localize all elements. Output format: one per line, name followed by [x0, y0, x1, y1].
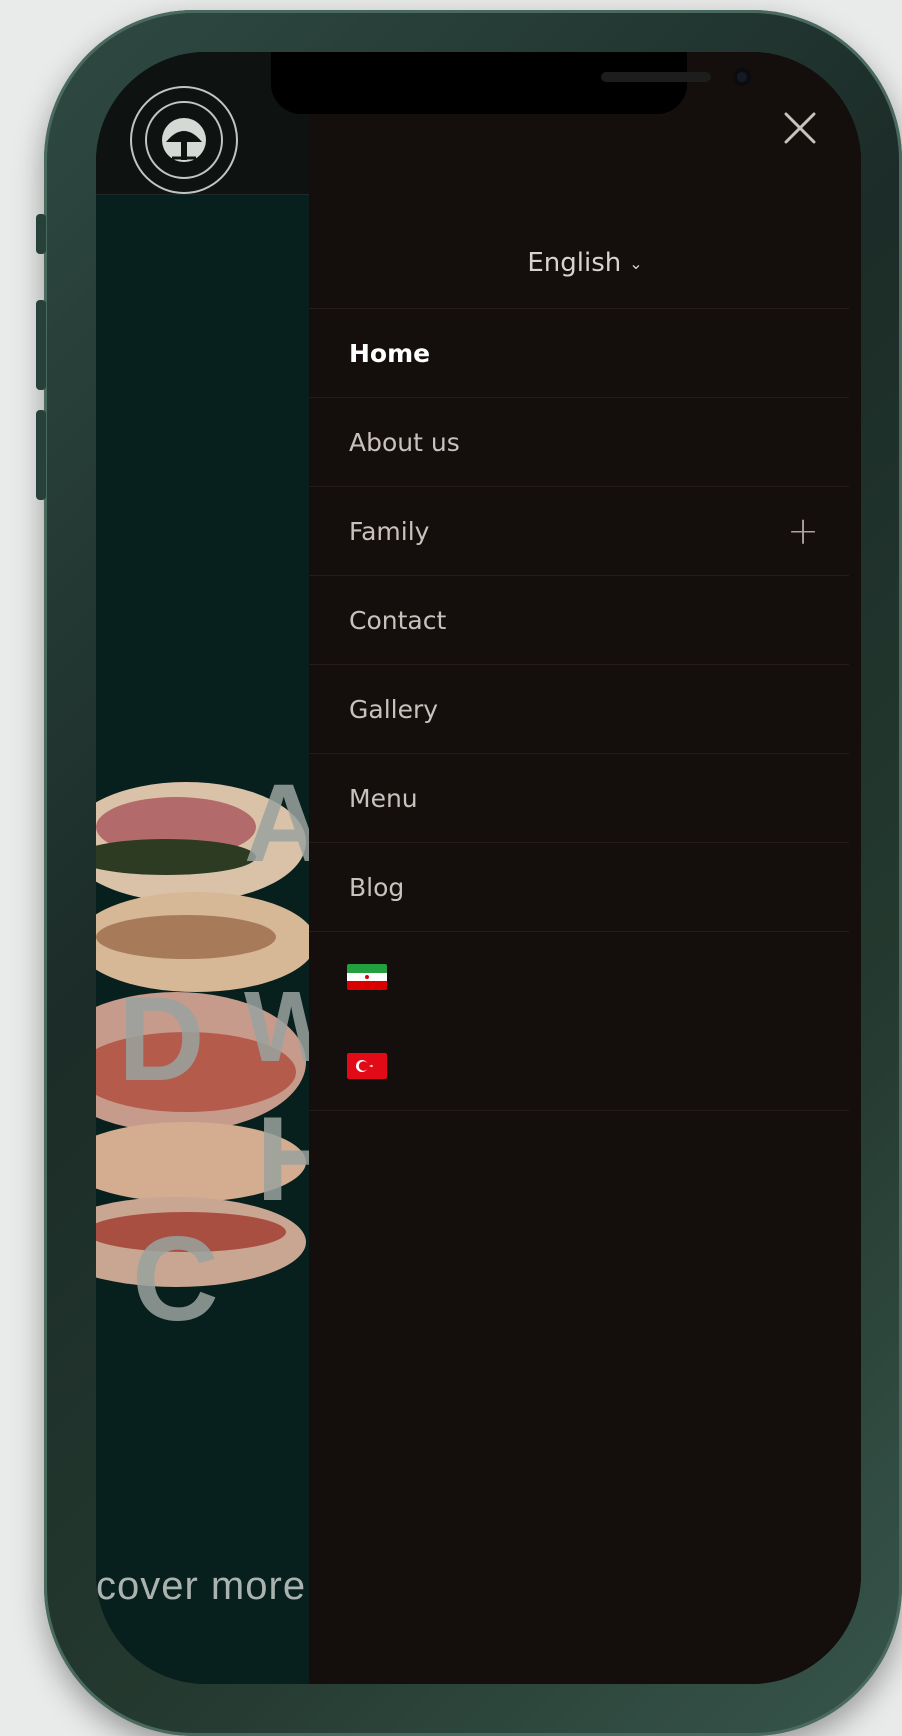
close-icon	[784, 112, 816, 144]
nav-item-label: Blog	[349, 872, 405, 902]
speaker-grille	[601, 72, 711, 82]
close-button[interactable]	[772, 100, 828, 156]
language-flag-persian[interactable]	[309, 931, 849, 1021]
phone-notch	[271, 52, 751, 114]
nav-item-family[interactable]: Family +	[309, 486, 849, 575]
restaurant-logo[interactable]	[130, 86, 238, 194]
language-selector[interactable]: English ⌄	[309, 248, 861, 278]
nav-item-blog[interactable]: Blog	[309, 842, 849, 931]
volume-down-button	[36, 410, 46, 500]
front-camera	[733, 68, 751, 86]
language-flag-turkish[interactable]	[309, 1021, 849, 1111]
hero-letter: C	[132, 1212, 219, 1346]
phone-screen: A D W H C cover more English ⌄ Home About…	[96, 52, 861, 1684]
expand-plus-icon[interactable]: +	[787, 509, 819, 553]
nav-item-home[interactable]: Home	[309, 308, 849, 397]
nav-item-menu[interactable]: Menu	[309, 753, 849, 842]
tree-logo-icon	[145, 101, 223, 179]
nav-item-contact[interactable]: Contact	[309, 575, 849, 664]
silent-switch	[36, 214, 46, 254]
nav-item-label: About us	[349, 427, 460, 457]
nav-item-label: Gallery	[349, 694, 439, 724]
turkey-flag-icon	[347, 1052, 387, 1079]
hero-letter: D	[118, 972, 205, 1106]
nav-item-gallery[interactable]: Gallery	[309, 664, 849, 753]
volume-up-button	[36, 300, 46, 390]
iran-flag-icon	[347, 963, 387, 990]
nav-item-label: Home	[349, 338, 431, 368]
chevron-down-icon: ⌄	[629, 254, 643, 273]
nav-item-label: Contact	[349, 605, 447, 635]
nav-item-label: Family	[349, 516, 430, 546]
nav-item-label: Menu	[349, 783, 418, 813]
nav-menu: Home About us Family + Contact Gallery M…	[309, 308, 849, 1111]
language-label: English	[527, 248, 622, 278]
nav-item-about-us[interactable]: About us	[309, 397, 849, 486]
discover-more-link[interactable]: cover more	[96, 1564, 306, 1609]
